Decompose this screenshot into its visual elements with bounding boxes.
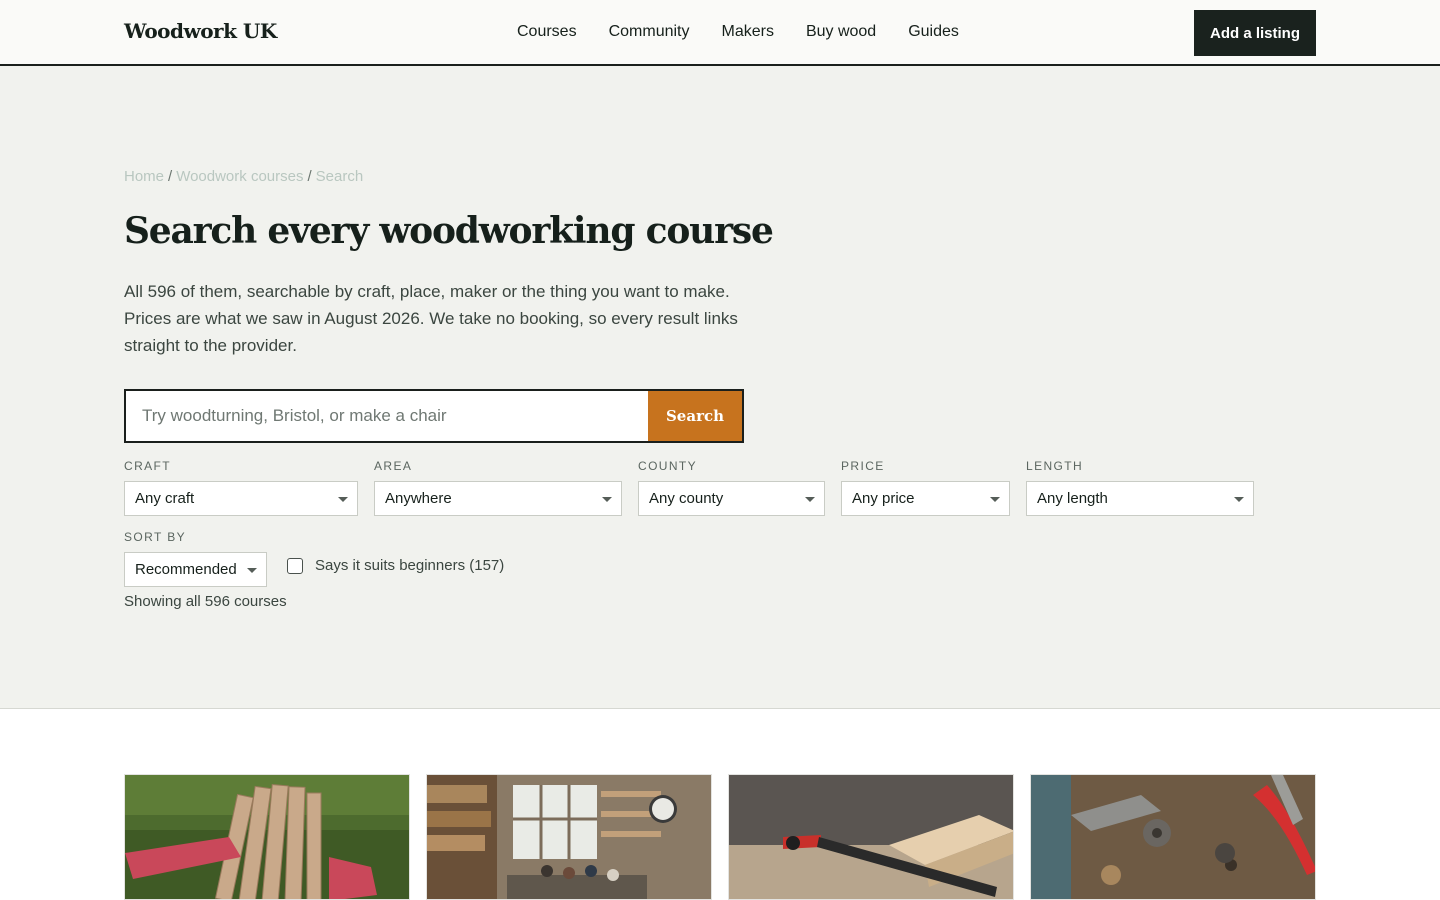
filter-price: Price Any price	[841, 459, 1010, 516]
area-select[interactable]: Anywhere	[374, 481, 622, 516]
search-bar: Search	[124, 389, 744, 443]
area-select-value: Anywhere	[385, 490, 452, 507]
filter-sort: Sort by Recommended	[124, 530, 267, 587]
nav-community[interactable]: Community	[593, 23, 706, 41]
search-button[interactable]: Search	[648, 391, 742, 441]
course-card[interactable]	[1030, 774, 1316, 900]
breadcrumb: Home / Woodwork courses / Search	[124, 168, 363, 185]
site-header: Woodwork UK Courses Community Makers Buy…	[0, 0, 1440, 66]
nav-guides[interactable]: Guides	[892, 23, 975, 41]
results-count: Showing all 596 courses	[124, 593, 287, 610]
breadcrumb-search: Search	[315, 168, 364, 185]
page-title: Search every woodworking course	[124, 210, 774, 252]
course-card[interactable]	[728, 774, 1014, 900]
course-results	[124, 774, 1316, 900]
main-nav: Courses Community Makers Buy wood Guides	[501, 0, 975, 64]
sort-label: Sort by	[124, 530, 187, 544]
price-select-value: Any price	[852, 490, 915, 507]
breadcrumb-separator: /	[168, 168, 173, 185]
filter-length-label: Length	[1026, 459, 1084, 473]
chevron-down-icon	[990, 497, 1000, 502]
course-image-chair	[125, 775, 409, 899]
length-select-value: Any length	[1037, 490, 1108, 507]
filter-price-label: Price	[841, 459, 885, 473]
craft-select[interactable]: Any craft	[124, 481, 358, 516]
course-image-workshop	[427, 775, 711, 899]
filter-craft: Craft Any craft	[124, 459, 358, 516]
site-logo[interactable]: Woodwork UK	[124, 19, 277, 43]
filter-length: Length Any length	[1026, 459, 1254, 516]
course-image-rasp	[729, 775, 1013, 899]
breadcrumb-woodwork-courses[interactable]: Woodwork courses	[176, 168, 303, 185]
add-listing-button[interactable]: Add a listing	[1194, 10, 1316, 56]
filter-craft-label: Craft	[124, 459, 171, 473]
filter-area-label: Area	[374, 459, 413, 473]
county-select-value: Any county	[649, 490, 724, 507]
search-input[interactable]	[126, 391, 648, 441]
nav-makers[interactable]: Makers	[705, 23, 789, 41]
course-card[interactable]	[426, 774, 712, 900]
chevron-down-icon	[602, 497, 612, 502]
chevron-down-icon	[247, 568, 257, 573]
nav-courses[interactable]: Courses	[501, 23, 593, 41]
chevron-down-icon	[1234, 497, 1244, 502]
chevron-down-icon	[338, 497, 348, 502]
beginner-filter-label: Says it suits beginners (157)	[315, 557, 505, 574]
chevron-down-icon	[805, 497, 815, 502]
beginner-checkbox[interactable]	[287, 557, 303, 574]
craft-select-value: Any craft	[135, 490, 195, 507]
course-card[interactable]	[124, 774, 410, 900]
county-select[interactable]: Any county	[638, 481, 825, 516]
filter-area: Area Anywhere	[374, 459, 622, 516]
breadcrumb-separator: /	[307, 168, 312, 185]
course-image-tools	[1031, 775, 1315, 899]
price-select[interactable]: Any price	[841, 481, 1010, 516]
beginner-filter[interactable]: Says it suits beginners (157)	[287, 557, 504, 574]
breadcrumb-home[interactable]: Home	[124, 168, 164, 185]
filter-county: County Any county	[638, 459, 825, 516]
sort-select[interactable]: Recommended	[124, 552, 267, 587]
length-select[interactable]: Any length	[1026, 481, 1254, 516]
page-intro: All 596 of them, searchable by craft, pl…	[124, 282, 738, 355]
search-hero: Home / Woodwork courses / Search Search …	[0, 66, 1440, 709]
filter-county-label: County	[638, 459, 698, 473]
nav-buy-wood[interactable]: Buy wood	[790, 23, 892, 41]
sort-select-value: Recommended	[135, 561, 237, 578]
